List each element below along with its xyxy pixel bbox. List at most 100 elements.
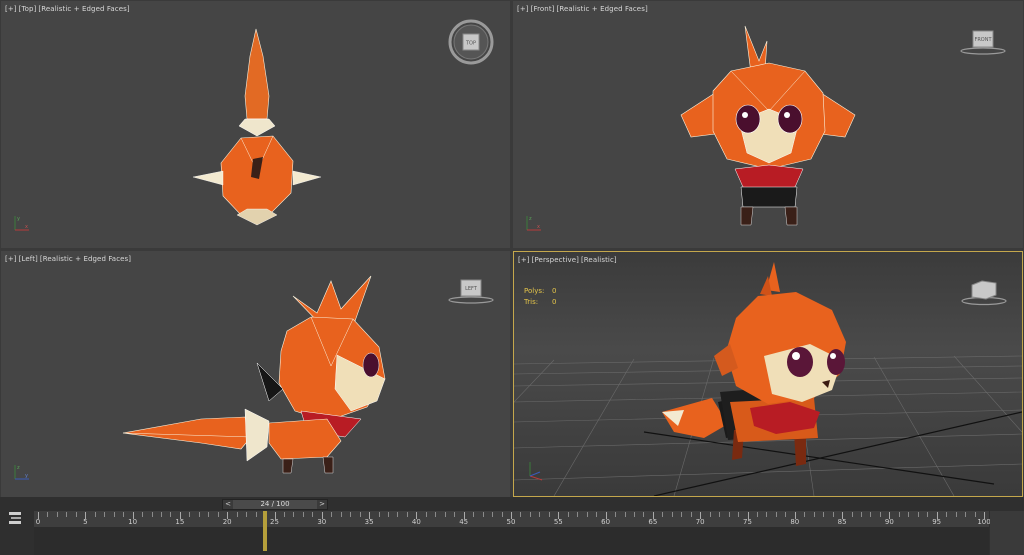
frame-tick — [293, 512, 295, 517]
frame-label: 65 — [648, 518, 658, 526]
model-front-view[interactable] — [513, 1, 1023, 248]
frame-label: 70 — [695, 518, 705, 526]
frame-tick — [586, 512, 588, 517]
frame-label: 5 — [83, 518, 88, 526]
frame-tick — [785, 512, 787, 517]
frame-tick — [908, 512, 910, 517]
time-slider[interactable]: < 24 / 100 > — [222, 499, 328, 510]
frame-tick — [66, 512, 68, 517]
svg-text:y: y — [17, 216, 20, 222]
playhead[interactable] — [263, 511, 268, 551]
frame-tick — [813, 512, 815, 517]
frame-tick — [492, 512, 494, 517]
frame-label: 35 — [364, 518, 374, 526]
frame-tick — [359, 512, 361, 517]
viewport-front[interactable]: [+] [Front] [Realistic + Edged Faces] FRON… — [513, 1, 1023, 248]
frame-tick — [217, 512, 219, 517]
frame-tick — [643, 512, 645, 517]
viewport-perspective[interactable]: [+] [Perspective] [Realistic] Polys: 0 Tris… — [513, 251, 1023, 497]
next-frame-button[interactable]: > — [317, 500, 327, 509]
prev-frame-button[interactable]: < — [223, 500, 233, 509]
timeline-end-strip — [990, 511, 1024, 555]
frame-tick — [804, 512, 806, 517]
grid-and-model-perspective[interactable] — [514, 252, 1022, 496]
frame-tick — [501, 512, 503, 517]
frame-tick — [236, 512, 238, 517]
frame-tick — [539, 512, 541, 517]
frame-tick — [567, 512, 569, 517]
frame-tick — [454, 512, 456, 517]
frame-tick — [397, 512, 399, 517]
frame-label: 60 — [601, 518, 611, 526]
frame-tick — [312, 512, 314, 517]
frame-tick — [160, 512, 162, 517]
frame-tick — [350, 512, 352, 517]
frame-ruler[interactable]: 0 5 10 15 20 25 30 35 40 45 50 55 60 65 70 75 80 85 90 95 10… — [34, 511, 991, 527]
frame-tick — [104, 512, 106, 517]
frame-label: 20 — [222, 518, 232, 526]
frame-tick — [47, 512, 49, 517]
max-workspace: [+] [Top] [Realistic + Edged Faces] TOP y … — [0, 0, 1024, 555]
frame-label: 75 — [743, 518, 752, 526]
frame-tick — [898, 512, 900, 517]
model-left-view[interactable] — [1, 251, 510, 497]
axis-tripod-icon: z x — [526, 216, 541, 231]
frame-tick — [406, 512, 408, 517]
axis-tripod-icon — [529, 462, 543, 481]
frame-tick — [123, 512, 125, 517]
frame-tick — [444, 512, 446, 517]
frame-label: 45 — [459, 518, 469, 526]
frame-tick — [615, 512, 617, 517]
viewport-left[interactable]: [+] [Left] [Realistic + Edged Faces] LEFT — [1, 251, 510, 497]
frame-tick — [624, 512, 626, 517]
frame-label: 85 — [837, 518, 847, 526]
key-track[interactable] — [34, 527, 989, 555]
frame-label: 80 — [790, 518, 800, 526]
time-slider-label: 24 / 100 — [260, 500, 290, 508]
frame-tick — [529, 512, 531, 517]
frame-label: 25 — [270, 518, 279, 526]
frame-tick — [879, 512, 881, 517]
frame-tick — [189, 512, 191, 517]
frame-label: 55 — [553, 518, 563, 526]
frame-tick — [927, 512, 929, 517]
model-top-view[interactable] — [1, 1, 510, 248]
frame-label: 50 — [506, 518, 516, 526]
frame-tick — [331, 512, 333, 517]
frame-tick — [255, 512, 257, 517]
frame-tick — [246, 512, 248, 517]
frame-label: 0 — [35, 518, 41, 526]
frame-tick — [388, 512, 390, 517]
frame-tick — [302, 512, 304, 517]
frame-tick — [766, 512, 768, 517]
frame-label: 95 — [932, 518, 942, 526]
frame-tick — [198, 512, 200, 517]
track-view-icon[interactable] — [6, 511, 26, 525]
frame-tick — [955, 512, 957, 517]
frame-tick — [151, 512, 153, 517]
frame-tick — [965, 512, 967, 517]
frame-tick — [113, 512, 115, 517]
frame-label: 10 — [128, 518, 138, 526]
frame-tick — [832, 512, 834, 517]
frame-tick — [917, 512, 919, 517]
frame-tick — [974, 512, 976, 517]
frame-tick — [94, 512, 96, 517]
frame-tick — [142, 512, 144, 517]
time-track[interactable]: 0 5 10 15 20 25 30 35 40 45 50 55 60 65 70 75 80 85 90 95 10… — [34, 511, 991, 555]
frame-tick — [75, 512, 77, 517]
frame-tick — [520, 512, 522, 517]
timeline: < 24 / 100 > 0 5 10 15 20 25 30 35 40 45 50 55 60 65 7… — [0, 497, 1024, 555]
frame-tick — [378, 512, 380, 517]
frame-tick — [870, 512, 872, 517]
frame-tick — [851, 512, 853, 517]
frame-tick — [728, 512, 730, 517]
frame-tick — [633, 512, 635, 517]
svg-text:x: x — [25, 224, 28, 230]
frame-tick — [709, 512, 711, 517]
viewport-top[interactable]: [+] [Top] [Realistic + Edged Faces] TOP y … — [1, 1, 510, 248]
svg-text:x: x — [537, 224, 540, 230]
frame-tick — [340, 512, 342, 517]
frame-tick — [435, 512, 437, 517]
svg-text:y: y — [25, 473, 28, 479]
